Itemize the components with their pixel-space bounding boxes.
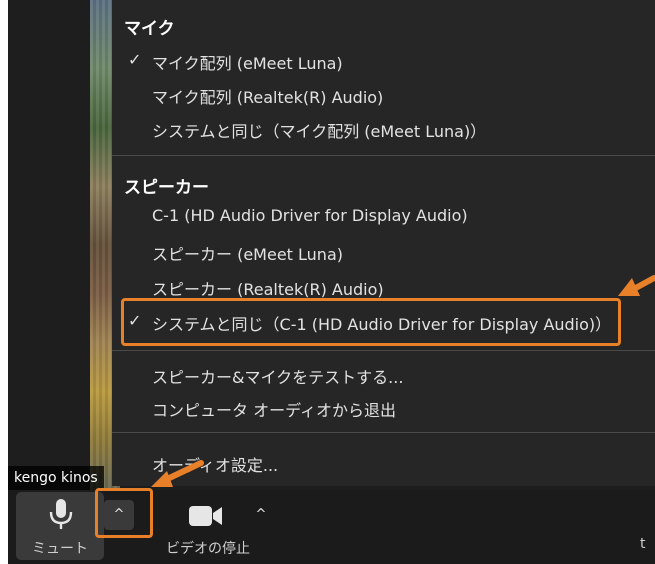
caret-button-highlight (95, 488, 153, 538)
menu-item-mic-system[interactable]: システムと同じ（マイク配列 (eMeet Luna)） (152, 118, 486, 142)
stop-video-label: ビデオの停止 (166, 541, 250, 557)
menu-divider (112, 432, 655, 433)
menu-item-mic-realtek[interactable]: マイク配列 (Realtek(R) Audio) (152, 84, 383, 108)
mute-label: ミュート (32, 541, 88, 557)
annotation-arrow (151, 460, 204, 487)
microphone-icon (49, 499, 73, 529)
participant-name-tag: kengo kinos (8, 466, 104, 490)
chevron-up-icon: ^ (255, 507, 267, 522)
menu-item-speaker-emeet[interactable]: スピーカー (eMeet Luna) (152, 241, 343, 265)
video-options-caret-button[interactable]: ^ (251, 500, 271, 530)
menu-item-leave-audio[interactable]: コンピュータ オーディオから退出 (152, 397, 396, 421)
annotation-arrow (618, 275, 655, 296)
microphone-section-title: マイク (124, 19, 175, 39)
video-camera-icon (189, 506, 222, 526)
speaker-section-title: スピーカー (124, 178, 209, 198)
menu-item-speaker-c1[interactable]: C-1 (HD Audio Driver for Display Audio) (152, 206, 468, 225)
stop-video-button[interactable]: ビデオの停止 (158, 492, 258, 560)
menu-item-test-audio[interactable]: スピーカー&マイクをテストする... (152, 364, 403, 388)
mute-button[interactable]: ミュート (16, 492, 104, 560)
selected-speaker-highlight (121, 298, 621, 346)
checkmark-icon: ✓ (128, 50, 142, 69)
audio-options-menu: マイク ✓ マイク配列 (eMeet Luna) マイク配列 (Realtek(… (112, 0, 655, 486)
menu-item-mic-emeet[interactable]: マイク配列 (eMeet Luna) (152, 50, 343, 74)
toolbar-cut-label: t (640, 536, 646, 552)
menu-item-speaker-realtek[interactable]: スピーカー (Realtek(R) Audio) (152, 276, 384, 300)
menu-divider (112, 350, 655, 351)
menu-divider (112, 155, 655, 156)
